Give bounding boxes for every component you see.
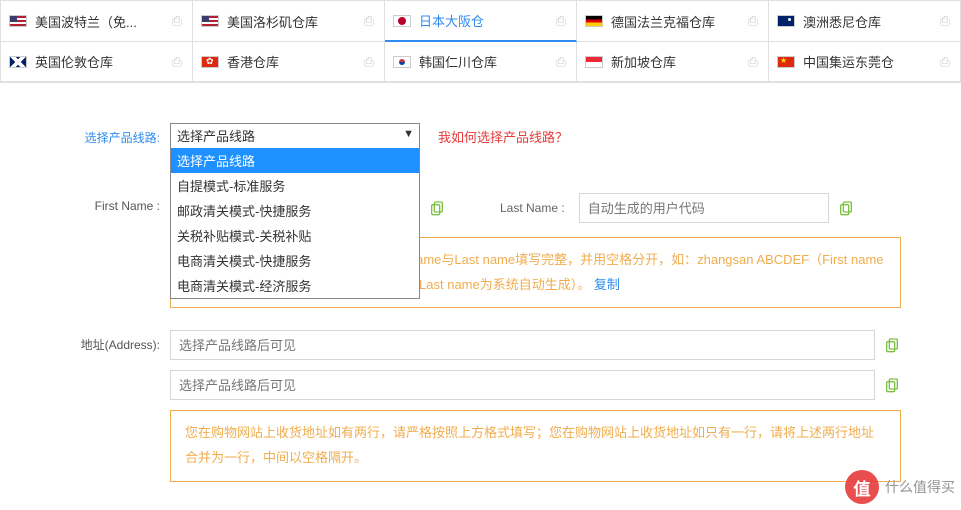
tab-uk-london[interactable]: 英国伦敦仓库 ⎙ — [1, 42, 193, 81]
flag-hk-icon — [201, 56, 219, 68]
route-option[interactable]: 自提模式-标准服务 — [171, 173, 419, 198]
tab-label: 美国波特兰（免... — [35, 12, 137, 31]
route-help-link[interactable]: 我如何选择产品线路？ — [438, 127, 568, 146]
route-selected-text: 选择产品线路 — [177, 129, 255, 144]
tab-label: 美国洛杉矶仓库 — [227, 12, 318, 31]
copy-icon[interactable] — [428, 199, 446, 217]
tab-hk[interactable]: 香港仓库 ⎙ — [193, 42, 385, 81]
flag-us-icon — [201, 15, 219, 27]
last-name-input[interactable] — [579, 193, 829, 223]
flag-kr-icon — [393, 56, 411, 68]
route-option[interactable]: 选择产品线路 — [171, 148, 419, 173]
tab-us-la[interactable]: 美国洛杉矶仓库 ⎙ — [193, 1, 385, 42]
tab-kr-incheon[interactable]: 韩国仁川仓库 ⎙ — [385, 42, 577, 81]
flag-us-icon — [9, 15, 27, 27]
bookmark-icon: ⎙ — [556, 54, 566, 70]
tab-label: 香港仓库 — [227, 52, 279, 71]
route-option[interactable]: 邮政清关模式-快捷服务 — [171, 198, 419, 223]
address-label: 地址(Address): — [70, 330, 170, 353]
bookmark-icon: ⎙ — [748, 54, 758, 70]
route-option[interactable]: 关税补贴模式-关税补贴 — [171, 223, 419, 248]
tab-row-1: 美国波特兰（免... ⎙ 美国洛杉矶仓库 ⎙ 日本大阪仓 ⎙ 德国法兰克福仓库 ⎙ 澳洲… — [1, 1, 960, 42]
flag-cn-icon — [777, 56, 795, 68]
tab-label: 韩国仁川仓库 — [419, 52, 497, 71]
tab-label: 日本大阪仓 — [419, 11, 484, 30]
tab-sg[interactable]: 新加坡仓库 ⎙ — [577, 42, 769, 81]
tab-us-portland[interactable]: 美国波特兰（免... ⎙ — [1, 1, 193, 42]
bookmark-icon: ⎙ — [364, 54, 374, 70]
route-option[interactable]: 电商清关模式-经济服务 — [171, 273, 419, 298]
row-address: 地址(Address): 您在购物网站上收货地址如有两行，请严格按照上方格式填写… — [70, 330, 901, 481]
copy-link[interactable]: 复制 — [594, 277, 620, 292]
tab-label: 英国伦敦仓库 — [35, 52, 113, 71]
route-select[interactable]: 选择产品线路 — [170, 123, 420, 149]
copy-icon[interactable] — [883, 376, 901, 394]
tab-de-frankfurt[interactable]: 德国法兰克福仓库 ⎙ — [577, 1, 769, 42]
first-name-label: First Name : — [70, 193, 170, 213]
address-note: 您在购物网站上收货地址如有两行，请严格按照上方格式填写；您在购物网站上收货地址如… — [170, 410, 901, 481]
bookmark-icon: ⎙ — [940, 13, 950, 29]
warehouse-tabs: 美国波特兰（免... ⎙ 美国洛杉矶仓库 ⎙ 日本大阪仓 ⎙ 德国法兰克福仓库 ⎙ 澳洲… — [0, 0, 961, 83]
flag-jp-icon — [393, 15, 411, 27]
bookmark-icon: ⎙ — [556, 13, 566, 29]
tab-row-2: 英国伦敦仓库 ⎙ 香港仓库 ⎙ 韩国仁川仓库 ⎙ 新加坡仓库 ⎙ 中国集运东莞仓 ⎙ — [1, 42, 960, 81]
last-name-label: Last Name : — [454, 201, 571, 215]
flag-sg-icon — [585, 56, 603, 68]
bookmark-icon: ⎙ — [172, 54, 182, 70]
tab-label: 新加坡仓库 — [611, 52, 676, 71]
tab-label: 中国集运东莞仓 — [803, 52, 894, 71]
flag-uk-icon — [9, 56, 27, 68]
bookmark-icon: ⎙ — [940, 54, 950, 70]
route-dropdown: 选择产品线路 自提模式-标准服务 邮政清关模式-快捷服务 关税补贴模式-关税补贴… — [170, 148, 420, 299]
address-line1-input[interactable] — [170, 330, 875, 360]
copy-icon[interactable] — [837, 199, 855, 217]
copy-icon[interactable] — [883, 336, 901, 354]
watermark-text: 什么值得买 — [885, 477, 955, 497]
route-select-wrap: 选择产品线路 ▼ 选择产品线路 自提模式-标准服务 邮政清关模式-快捷服务 关税… — [170, 123, 420, 149]
flag-au-icon — [777, 15, 795, 27]
route-label: 选择产品线路: — [70, 123, 170, 146]
tab-cn-dongguan[interactable]: 中国集运东莞仓 ⎙ — [769, 42, 960, 81]
address-form: 选择产品线路: 选择产品线路 ▼ 选择产品线路 自提模式-标准服务 邮政清关模式… — [0, 83, 961, 482]
route-option[interactable]: 电商清关模式-快捷服务 — [171, 248, 419, 273]
bookmark-icon: ⎙ — [364, 13, 374, 29]
row-route: 选择产品线路: 选择产品线路 ▼ 选择产品线路 自提模式-标准服务 邮政清关模式… — [70, 123, 901, 149]
bookmark-icon: ⎙ — [172, 13, 182, 29]
address-line2-input[interactable] — [170, 370, 875, 400]
flag-de-icon — [585, 15, 603, 27]
watermark-icon: 值 — [845, 470, 879, 504]
watermark: 值 什么值得买 — [845, 470, 955, 504]
tab-label: 澳洲悉尼仓库 — [803, 12, 881, 31]
bookmark-icon: ⎙ — [748, 13, 758, 29]
tab-label: 德国法兰克福仓库 — [611, 12, 715, 31]
tab-jp-osaka[interactable]: 日本大阪仓 ⎙ — [385, 1, 577, 42]
tab-au-sydney[interactable]: 澳洲悉尼仓库 ⎙ — [769, 1, 960, 42]
